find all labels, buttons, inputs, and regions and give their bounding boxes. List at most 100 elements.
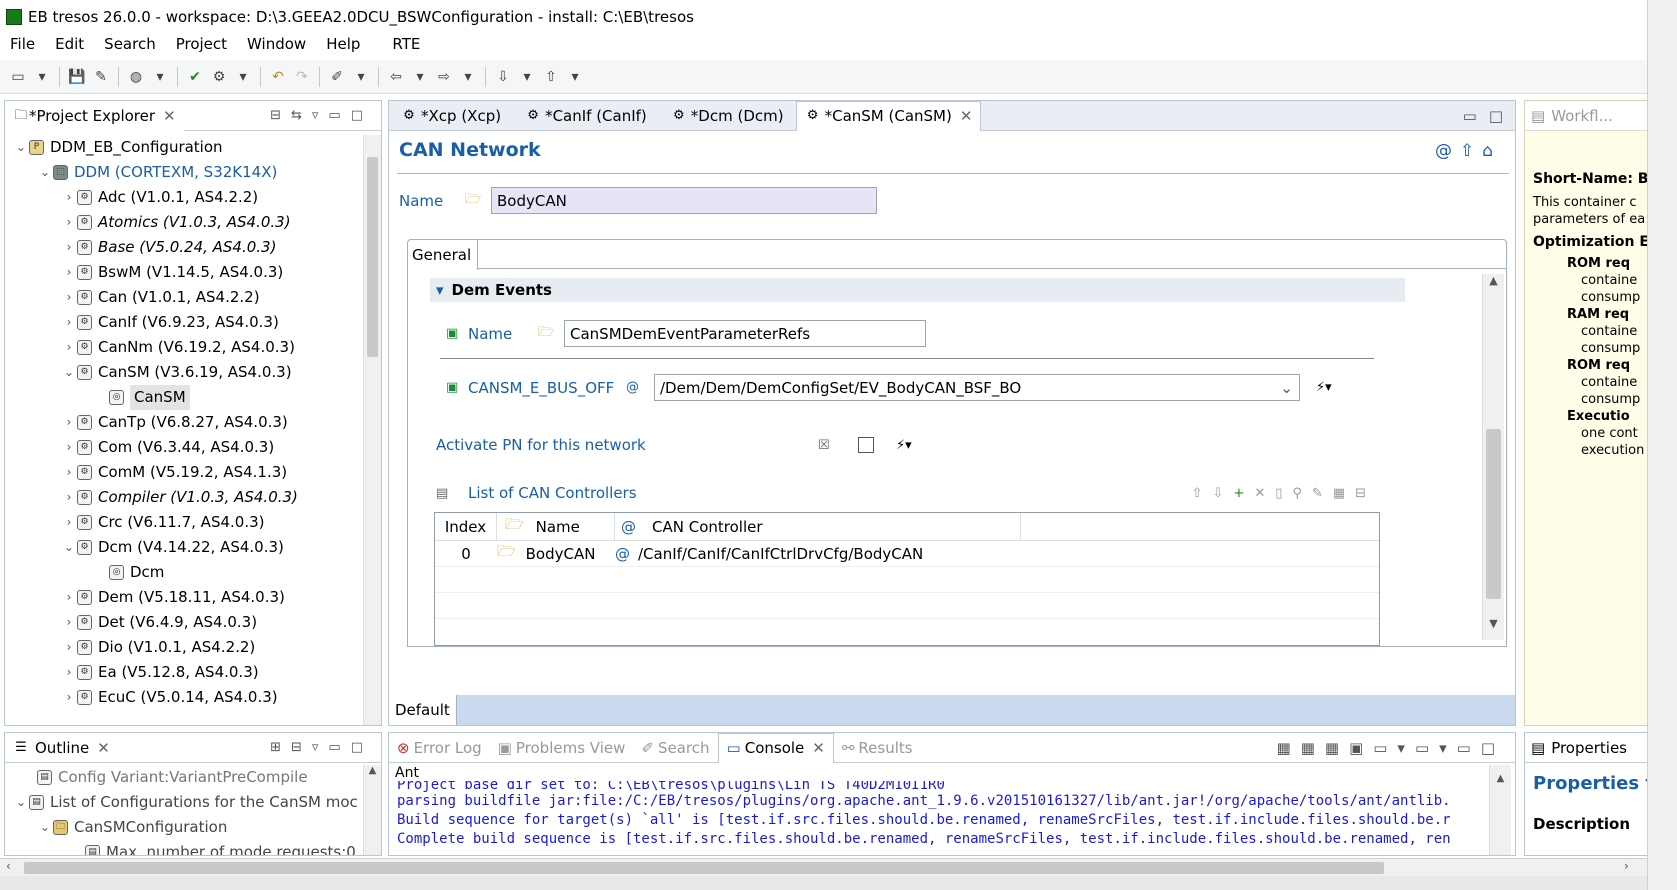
table-row[interactable]: 0 🗁 BodyCAN @/CanIf/CanIf/CanIfCtrlDrvCfg… (435, 541, 1379, 567)
collapse-icon[interactable]: ▾ (436, 281, 444, 299)
scroll-left-icon[interactable]: ‹ (6, 859, 11, 873)
tree-row[interactable]: › ⚙ Base (V5.0.24, AS4.0.3) (5, 235, 363, 260)
tree-row[interactable]: › ⚙ BswM (V1.14.5, AS4.0.3) (5, 260, 363, 285)
dropdown-icon[interactable]: ▾ (458, 67, 478, 87)
tab-dcm[interactable]: ⚙ *Dcm (Dcm) (659, 107, 796, 125)
console-toolbar[interactable]: ▦▦▦▣▭▾▭▾▭□ (1277, 739, 1505, 757)
export-icon[interactable]: ⇧ (541, 67, 561, 87)
menu-file[interactable]: File (0, 35, 45, 53)
tree-row[interactable]: › ⚙ Com (V6.3.44, AS4.0.3) (5, 435, 363, 460)
globe-icon[interactable]: ◍ (126, 67, 146, 87)
tree-row-selected[interactable]: ◎ CanSM (5, 385, 363, 410)
back-icon[interactable]: ⇦ (386, 67, 406, 87)
menu-project[interactable]: Project (166, 35, 237, 53)
dem-name-field[interactable]: CanSMDemEventParameterRefs (564, 320, 926, 347)
description-tab[interactable]: Description (1533, 815, 1630, 833)
activate-pn-checkbox[interactable] (858, 437, 874, 453)
scroll-thumb[interactable] (367, 157, 378, 357)
tree-scrollbar[interactable] (363, 135, 381, 725)
dropdown-icon[interactable]: ▾ (233, 67, 253, 87)
edit-icon[interactable]: ✎ (91, 67, 111, 87)
tab-problems-view[interactable]: ▣ Problems View (490, 739, 634, 757)
generate-icon[interactable]: ⚙ (209, 67, 229, 87)
import-icon[interactable]: ⇩ (493, 67, 513, 87)
new-icon[interactable]: ▭ (8, 67, 28, 87)
redo-icon[interactable]: ↷ (292, 67, 312, 87)
at-icon[interactable]: @ (1435, 141, 1460, 161)
tree-row[interactable]: ⌄ ⬚ DDM (CORTEXM, S32K14X) (5, 160, 363, 185)
tab-search[interactable]: ✐ Search (633, 739, 717, 757)
calc-icon[interactable]: ⚡▾ (896, 438, 912, 453)
console-scrollbar[interactable]: ▲ (1489, 765, 1511, 855)
forward-icon[interactable]: ⇨ (434, 67, 454, 87)
tree-row[interactable]: › ⚙ ComM (V5.19.2, AS4.1.3) (5, 460, 363, 485)
tab-project-explorer[interactable]: 🗀 *Project Explorer ✕ (5, 100, 184, 131)
dem-events-header[interactable]: ▾ Dem Events (430, 278, 1405, 302)
view-controls[interactable]: ⊞⊟▿▭□ (270, 740, 373, 755)
outline-scrollbar[interactable]: ▲ (363, 765, 381, 855)
bus-off-select[interactable]: /Dem/Dem/DemConfigSet/EV_BodyCAN_BSF_BO ⌄ (654, 374, 1300, 401)
tree-row[interactable]: › ⚙ Det (V6.4.9, AS4.0.3) (5, 610, 363, 635)
tree-row[interactable]: › ⚙ EcuC (V5.0.14, AS4.0.3) (5, 685, 363, 710)
menu-search[interactable]: Search (94, 35, 166, 53)
tab-outline[interactable]: ☰ Outline ✕ (5, 739, 118, 757)
scroll-up-icon[interactable]: ▲ (364, 765, 381, 776)
save-icon[interactable]: 💾 (67, 67, 87, 87)
close-icon[interactable]: ✕ (97, 739, 110, 757)
scroll-thumb[interactable] (1486, 429, 1501, 599)
tree-row[interactable]: ◎ Dcm (5, 560, 363, 585)
outline-item[interactable]: ⌄ 🗀 CanSMConfiguration (5, 815, 363, 840)
tree-row[interactable]: ⌄ P DDM_EB_Configuration (5, 135, 363, 160)
dropdown-icon[interactable]: ▾ (150, 67, 170, 87)
outline-item[interactable]: ⌄ ▤ List of Configurations for the CanSM m… (5, 790, 363, 815)
view-controls[interactable]: ⊟⇆▿▭□ (270, 108, 373, 123)
outline-item[interactable]: ▤ Max. number of mode requests:0 (5, 840, 363, 855)
minimize-icon[interactable]: ▭ (1463, 107, 1477, 125)
tab-console[interactable]: ▭ Console ✕ (717, 732, 834, 763)
maximize-icon[interactable]: □ (1489, 107, 1503, 125)
general-scrollbar[interactable]: ▲ ▼ (1482, 274, 1504, 640)
tree-row[interactable]: › ⚙ Atomics (V1.0.3, AS4.0.3) (5, 210, 363, 235)
tree-row[interactable]: ⌄ ⚙ CanSM (V3.6.19, AS4.0.3) (5, 360, 363, 385)
tree-row[interactable]: › ⚙ Dio (V1.0.1, AS4.2.2) (5, 635, 363, 660)
tab-properties[interactable]: Properties (1551, 739, 1627, 757)
close-icon[interactable]: ✕ (960, 107, 973, 125)
tree-row[interactable]: › ⚙ Crc (V6.11.7, AS4.0.3) (5, 510, 363, 535)
tree-row[interactable]: › ⚙ CanIf (V6.9.23, AS4.0.3) (5, 310, 363, 335)
col-index[interactable]: Index (435, 513, 497, 540)
tree-row[interactable]: ⌄ ⚙ Dcm (V4.14.22, AS4.0.3) (5, 535, 363, 560)
close-icon[interactable]: ✕ (163, 107, 176, 125)
tab-canif[interactable]: ⚙ *CanIf (CanIf) (513, 107, 659, 125)
menu-help[interactable]: Help (316, 35, 370, 53)
calc-icon[interactable]: ⚡▾ (1316, 380, 1332, 395)
workflow-title[interactable]: Workfl... (1551, 107, 1613, 125)
bottom-scrollbar[interactable]: ‹ › (0, 858, 1647, 876)
tree-row[interactable]: › ⚙ CanNm (V6.19.2, AS4.0.3) (5, 335, 363, 360)
tree-row[interactable]: › ⚙ Compiler (V1.0.3, AS4.0.3) (5, 485, 363, 510)
dropdown-icon[interactable]: ▾ (410, 67, 430, 87)
tree-row[interactable]: › ⚙ Adc (V1.0.1, AS4.2.2) (5, 185, 363, 210)
tab-default[interactable]: Default (389, 695, 457, 725)
undo-icon[interactable]: ↶ (268, 67, 288, 87)
tab-error-log[interactable]: ⊗ Error Log (389, 739, 490, 757)
pin-icon[interactable]: ✐ (327, 67, 347, 87)
scroll-up-icon[interactable]: ▲ (1483, 274, 1504, 287)
dropdown-icon[interactable]: ▾ (517, 67, 537, 87)
col-controller[interactable]: @ CAN Controller (615, 513, 1021, 540)
scroll-right-icon[interactable]: › (1624, 859, 1629, 873)
tree-row[interactable]: › ⚙ CanTp (V6.8.27, AS4.0.3) (5, 410, 363, 435)
menu-window[interactable]: Window (237, 35, 316, 53)
check-icon[interactable]: ✔ (185, 67, 205, 87)
scroll-down-icon[interactable]: ▼ (1483, 617, 1504, 630)
tree-row[interactable]: › ⚙ Dem (V5.18.11, AS4.0.3) (5, 585, 363, 610)
tab-results[interactable]: ⚯ Results (834, 739, 921, 757)
menu-rte[interactable]: RTE (370, 35, 430, 53)
name-field[interactable]: BodyCAN (491, 187, 877, 214)
menu-edit[interactable]: Edit (45, 35, 94, 53)
scroll-thumb[interactable] (24, 862, 1384, 874)
table-toolbar[interactable]: ⇧⇩+✕▯⚲✎▦⊟ (1192, 486, 1376, 501)
col-name[interactable]: 🗁 Name (497, 513, 615, 540)
chevron-down-icon[interactable]: ⌄ (1280, 379, 1293, 397)
outline-item[interactable]: ▤ Config Variant:VariantPreCompile (5, 765, 363, 790)
tree-row[interactable]: › ⚙ Ea (V5.12.8, AS4.0.3) (5, 660, 363, 685)
